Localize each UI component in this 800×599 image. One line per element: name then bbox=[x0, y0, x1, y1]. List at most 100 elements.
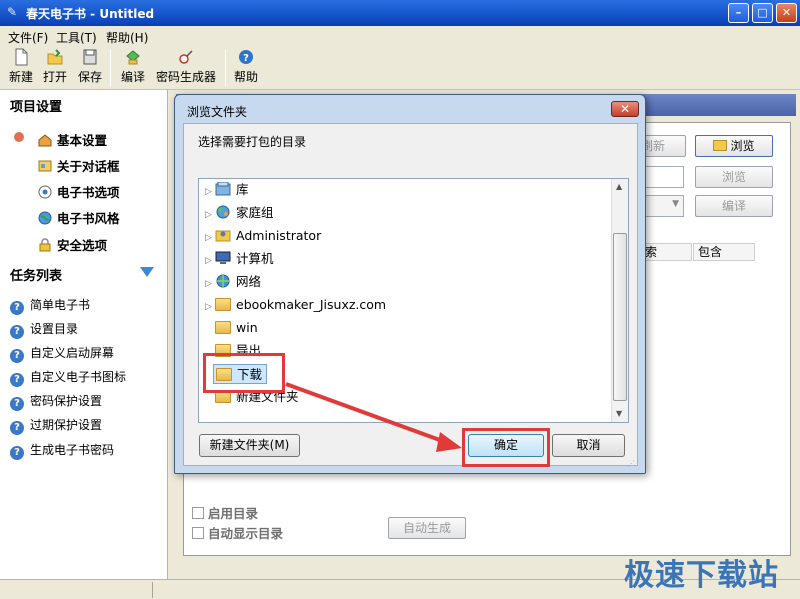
home-icon bbox=[38, 133, 52, 147]
task-item-expiry-protection[interactable]: ? 过期保护设置 bbox=[10, 416, 102, 435]
browse-button[interactable]: 浏览 bbox=[695, 135, 773, 157]
window-title: 春天电子书 - Untitled bbox=[26, 7, 155, 21]
homegroup-icon bbox=[216, 205, 230, 219]
open-button-label: 打开 bbox=[42, 70, 67, 84]
tree-item-label: 下载 bbox=[237, 367, 263, 382]
help-icon: ? bbox=[10, 397, 24, 411]
task-item-label: 密码保护设置 bbox=[30, 394, 103, 408]
close-button[interactable]: ✕ bbox=[776, 3, 797, 23]
save-icon bbox=[83, 49, 97, 65]
task-item-splash-screen[interactable]: ? 自定义启动屏幕 bbox=[10, 344, 114, 363]
expand-arrow-icon[interactable]: ▷ bbox=[205, 274, 215, 294]
tree-item-label: 网络 bbox=[236, 274, 262, 289]
tree-item-library[interactable]: ▷ 库 bbox=[205, 180, 249, 200]
task-item-set-toc[interactable]: ? 设置目录 bbox=[10, 320, 78, 339]
tree-item-administrator[interactable]: ▷ Administrator bbox=[205, 226, 321, 246]
title-bar: ✎ 春天电子书 - Untitled – □ ✕ bbox=[0, 0, 800, 26]
tree-item-network[interactable]: ▷ 网络 bbox=[205, 272, 261, 292]
compile-button[interactable]: 编译 bbox=[120, 48, 146, 85]
expand-arrow-icon[interactable]: ▷ bbox=[205, 251, 215, 271]
checkbox-box bbox=[192, 527, 204, 539]
watermark-logo: 极速下载站 bbox=[624, 558, 779, 593]
tree-scrollbar[interactable]: ▲ ▼ bbox=[611, 179, 628, 422]
sidebar-item-security[interactable]: 安全选项 bbox=[38, 235, 107, 254]
checkbox-label: 自动显示目录 bbox=[208, 526, 284, 541]
password-generator-button[interactable]: 密码生成器 bbox=[154, 48, 218, 85]
folder-icon bbox=[215, 298, 231, 311]
resize-grip-icon[interactable]: ⋰ bbox=[627, 459, 637, 469]
task-item-simple-ebook[interactable]: ? 简单电子书 bbox=[10, 296, 90, 315]
tree-item-label: ebookmaker_Jisuxz.com bbox=[236, 297, 387, 312]
sidebar-item-ebook-options[interactable]: 电子书选项 bbox=[38, 182, 120, 201]
tree-item-download[interactable]: 下载 bbox=[213, 364, 268, 384]
sidebar-item-about-dialog[interactable]: 关于对话框 bbox=[38, 156, 120, 175]
app-icon: ✎ bbox=[7, 5, 18, 19]
tree-item-export[interactable]: 导出 bbox=[215, 341, 261, 361]
cancel-button[interactable]: 取消 bbox=[552, 434, 625, 457]
tree-item-computer[interactable]: ▷ 计算机 bbox=[205, 249, 274, 269]
help-icon: ? bbox=[10, 446, 24, 460]
dialog-close-button[interactable]: ✕ bbox=[611, 101, 639, 117]
tree-item-new-folder[interactable]: 新建文件夹 bbox=[215, 387, 299, 407]
scroll-down-icon[interactable]: ▼ bbox=[616, 409, 622, 418]
tree-item-win[interactable]: win bbox=[215, 318, 258, 338]
expand-arrow-icon[interactable]: ▷ bbox=[205, 182, 215, 202]
dialog-icon bbox=[38, 159, 52, 173]
new-button[interactable]: 新建 bbox=[8, 48, 34, 85]
scroll-up-icon[interactable]: ▲ bbox=[616, 182, 622, 191]
task-item-ebook-icon[interactable]: ? 自定义电子书图标 bbox=[10, 368, 126, 387]
help-button[interactable]: ? 帮助 bbox=[233, 48, 259, 85]
new-folder-button[interactable]: 新建文件夹(M) bbox=[199, 434, 300, 457]
task-item-password-protection[interactable]: ? 密码保护设置 bbox=[10, 392, 102, 411]
folder-tree[interactable]: ▷ 库 ▷ 家庭组 ▷ Administrator ▷ 计算机 ▷ 网络 ▷ ebookma… bbox=[198, 178, 629, 423]
toolbar-separator bbox=[225, 50, 226, 86]
svg-text:?: ? bbox=[243, 53, 249, 64]
computer-icon bbox=[215, 251, 231, 264]
tree-item-homegroup[interactable]: ▷ 家庭组 bbox=[205, 203, 274, 223]
tree-item-label: Administrator bbox=[236, 228, 322, 243]
dialog-body: 选择需要打包的目录 ▷ 库 ▷ 家庭组 ▷ Administrator ▷ 计算机 ▷ 网… bbox=[183, 123, 638, 466]
open-button[interactable]: 打开 bbox=[42, 48, 68, 85]
lock-icon bbox=[38, 238, 52, 252]
minimize-button[interactable]: – bbox=[728, 3, 749, 23]
browse-folder-dialog: 浏览文件夹 ✕ 选择需要打包的目录 ▷ 库 ▷ 家庭组 ▷ Administrator… bbox=[174, 94, 646, 474]
maximize-button[interactable]: □ bbox=[752, 3, 773, 23]
save-button[interactable]: 保存 bbox=[77, 48, 103, 85]
ok-button[interactable]: 确定 bbox=[468, 434, 544, 457]
tree-item-ebookmaker[interactable]: ▷ ebookmaker_Jisuxz.com bbox=[205, 295, 386, 315]
folder-icon bbox=[215, 321, 231, 334]
column-header-contains[interactable]: 包含 bbox=[693, 243, 755, 261]
browse-button-2[interactable]: 浏览 bbox=[695, 166, 773, 188]
sidebar-item-label: 基本设置 bbox=[57, 133, 108, 148]
user-folder-icon bbox=[215, 230, 231, 242]
sidebar: 项目设置 基本设置 关于对话框 电子书选项 电子书风格 安全选项 任务列表 ? 简… bbox=[0, 90, 168, 579]
sidebar-item-ebook-style[interactable]: 电子书风格 bbox=[38, 208, 120, 227]
compile-options-button[interactable]: 编译 bbox=[695, 195, 773, 217]
auto-generate-button[interactable]: 自动生成 bbox=[388, 517, 466, 539]
compile-icon bbox=[126, 50, 140, 65]
options-icon bbox=[38, 185, 52, 199]
auto-show-toc-checkbox[interactable]: 自动显示目录 bbox=[192, 523, 283, 542]
menu-help[interactable]: 帮助(H) bbox=[106, 29, 148, 46]
checkbox-box bbox=[192, 507, 204, 519]
sidebar-item-label: 电子书风格 bbox=[57, 211, 120, 226]
expand-arrow-icon[interactable]: ▷ bbox=[205, 228, 215, 248]
tree-item-label: win bbox=[236, 320, 258, 335]
help-icon: ? bbox=[239, 50, 253, 64]
help-icon: ? bbox=[10, 325, 24, 339]
task-item-label: 生成电子书密码 bbox=[30, 443, 115, 457]
scrollbar-thumb[interactable] bbox=[613, 233, 627, 401]
menu-tools[interactable]: 工具(T) bbox=[56, 29, 97, 46]
enable-toc-checkbox[interactable]: 启用目录 bbox=[192, 503, 258, 522]
menu-file[interactable]: 文件(F) bbox=[8, 29, 48, 46]
sidebar-item-basic-settings[interactable]: 基本设置 bbox=[38, 130, 107, 149]
expand-arrow-icon[interactable]: ▷ bbox=[205, 205, 215, 225]
library-icon bbox=[215, 182, 231, 196]
expand-arrow-icon[interactable]: ▷ bbox=[205, 297, 215, 317]
help-icon: ? bbox=[10, 349, 24, 363]
column-header-search[interactable]: 索 bbox=[640, 243, 692, 261]
task-item-generate-password[interactable]: ? 生成电子书密码 bbox=[10, 441, 114, 460]
collapse-arrow-icon[interactable] bbox=[140, 267, 154, 277]
task-item-label: 简单电子书 bbox=[30, 298, 91, 312]
toolbar: 新建 打开 保存 编译 密码生成器 ? 帮助 bbox=[0, 46, 800, 90]
